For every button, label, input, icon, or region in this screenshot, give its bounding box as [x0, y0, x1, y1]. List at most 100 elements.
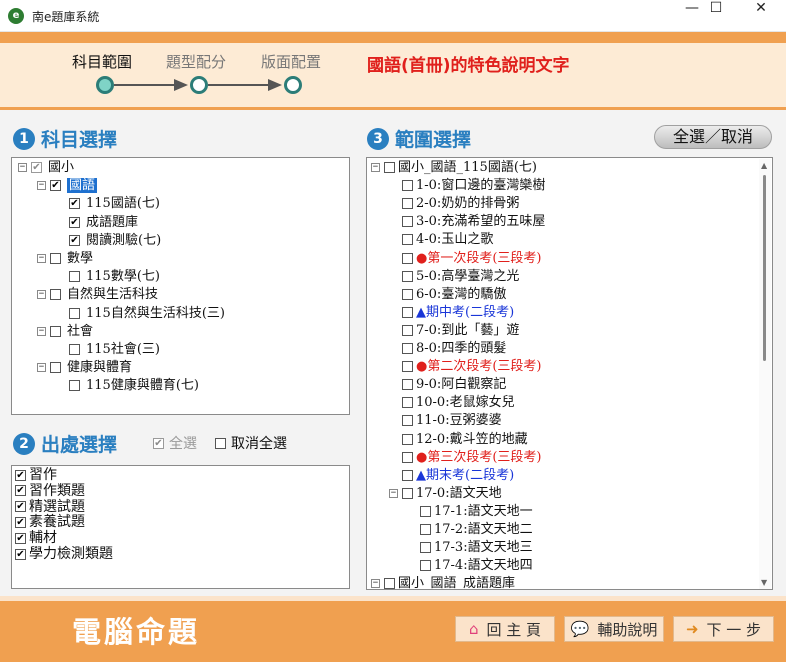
tree-item-label[interactable]: 2-0:奶奶的排骨粥 — [416, 196, 519, 211]
subject-tree-item[interactable]: ✔ 閱讀測驗(七) — [56, 232, 161, 250]
range-tree-item[interactable]: 10-0:老鼠嫁女兒 — [389, 394, 515, 412]
subject-tree-item[interactable]: − 社會 — [37, 323, 93, 341]
tree-item-label[interactable]: 115自然與生活科技(三) — [86, 306, 225, 321]
range-tree-item[interactable]: 3-0:充滿希望的五味屋 — [389, 213, 545, 231]
tree-expander-icon[interactable]: − — [37, 254, 46, 263]
tree-checkbox[interactable] — [420, 560, 431, 572]
range-tree-item[interactable]: 9-0:阿白觀察記 — [389, 376, 506, 394]
source-checkbox[interactable]: ✔ — [15, 469, 26, 481]
tree-item-label[interactable]: 國小_國語_成語題庫 — [398, 576, 515, 589]
subject-tree-item[interactable]: − ✔ 國語 — [37, 177, 98, 195]
tree-item-label[interactable]: 11-0:豆粥婆婆 — [416, 413, 502, 428]
source-select-all-option[interactable]: ✔ 全選 — [153, 433, 197, 453]
tree-checkbox[interactable] — [402, 361, 413, 373]
tree-checkbox[interactable]: ✔ — [69, 198, 80, 210]
tree-checkbox[interactable] — [402, 306, 413, 318]
tree-checkbox[interactable] — [69, 344, 80, 355]
tree-item-label[interactable]: 成語題庫 — [86, 215, 138, 230]
range-scrollbar[interactable]: ▲ ▼ — [759, 159, 771, 589]
tree-item-label[interactable]: 12-0:戴斗笠的地藏 — [416, 432, 528, 447]
tree-item-label[interactable]: 5-0:高學臺灣之光 — [416, 269, 519, 284]
range-tree-item[interactable]: 17-3:語文天地三 — [407, 539, 533, 557]
tree-item-label[interactable]: 115數學(七) — [86, 269, 160, 284]
tree-checkbox[interactable]: ✔ — [69, 234, 80, 246]
range-tree-item[interactable]: 6-0:臺灣的驕傲 — [389, 286, 506, 304]
tree-checkbox[interactable] — [69, 271, 80, 283]
range-tree-item[interactable]: 8-0:四季的頭髮 — [389, 340, 506, 358]
step-dot-question-type[interactable] — [190, 76, 208, 94]
tree-item-label[interactable]: 9-0:阿白觀察記 — [416, 377, 506, 392]
tree-checkbox[interactable]: ✔ — [69, 216, 80, 228]
subject-tree-item[interactable]: − ✔ 國小 — [18, 159, 74, 177]
source-clear-all-option[interactable]: 取消全選 — [215, 433, 287, 453]
tree-checkbox[interactable] — [402, 234, 413, 246]
step-dot-subject[interactable] — [96, 76, 114, 94]
tree-checkbox[interactable] — [384, 162, 395, 173]
subject-tree-item[interactable]: ✔ 成語題庫 — [56, 214, 138, 232]
tree-expander-icon[interactable]: − — [389, 488, 398, 498]
tree-checkbox[interactable] — [402, 180, 413, 192]
tree-item-label[interactable]: 17-3:語文天地三 — [434, 540, 533, 555]
tree-item-label[interactable]: 第一次段考(三段考) — [427, 251, 541, 266]
maximize-button[interactable]: ☐ — [693, 0, 739, 32]
tree-checkbox[interactable] — [402, 433, 413, 445]
range-tree-item[interactable]: 5-0:高學臺灣之光 — [389, 268, 519, 286]
tree-checkbox[interactable] — [402, 270, 413, 282]
tree-item-label[interactable]: 1-0:窗口邊的臺灣欒樹 — [416, 178, 545, 193]
range-select-all-button[interactable]: 全選／取消 — [654, 125, 772, 149]
scroll-down-icon[interactable]: ▼ — [761, 578, 767, 587]
tree-item-label[interactable]: 4-0:玉山之歌 — [416, 232, 493, 247]
tree-expander-icon[interactable]: − — [18, 163, 27, 172]
range-tree-item[interactable]: 17-1:語文天地一 — [407, 503, 533, 521]
tree-item-label[interactable]: 115社會(三) — [86, 342, 160, 357]
subject-tree-item[interactable]: 115健康與體育(七) — [56, 377, 199, 395]
range-tree-item[interactable]: 7-0:到此「藝」遊 — [389, 322, 519, 340]
range-tree-item[interactable]: ●第三次段考(三段考) — [389, 449, 542, 467]
step-dot-layout[interactable] — [284, 76, 302, 94]
tree-item-label[interactable]: 國小 — [48, 160, 74, 175]
home-button[interactable]: ⌂ 回 主 頁 — [455, 616, 555, 642]
source-checkbox[interactable]: ✔ — [15, 485, 26, 497]
tree-item-label[interactable]: 閱讀測驗(七) — [86, 233, 161, 248]
subject-tree-item[interactable]: ✔ 115國語(七) — [56, 195, 160, 213]
subject-tree-item[interactable]: 115社會(三) — [56, 341, 160, 359]
tree-item-label[interactable]: 17-1:語文天地一 — [434, 504, 533, 519]
clear-all-checkbox[interactable] — [215, 437, 226, 449]
source-checkbox[interactable]: ✔ — [15, 532, 26, 544]
tree-item-label[interactable]: 17-4:語文天地四 — [434, 558, 533, 573]
tree-item-label[interactable]: 10-0:老鼠嫁女兒 — [416, 395, 515, 410]
tree-item-label[interactable]: 國小_國語_115國語(七) — [398, 160, 537, 175]
tree-expander-icon[interactable]: − — [37, 181, 46, 191]
tree-checkbox[interactable] — [402, 324, 413, 336]
range-tree-item[interactable]: 2-0:奶奶的排骨粥 — [389, 195, 519, 213]
tree-checkbox[interactable] — [402, 252, 413, 264]
tree-checkbox[interactable] — [402, 198, 413, 210]
range-tree-item[interactable]: 17-2:語文天地二 — [407, 521, 533, 539]
tree-checkbox[interactable] — [384, 578, 395, 589]
range-tree-item[interactable]: ●第二次段考(三段考) — [389, 358, 542, 376]
tree-item-label[interactable]: 7-0:到此「藝」遊 — [416, 323, 519, 338]
tree-checkbox[interactable] — [69, 307, 80, 319]
source-checkbox[interactable]: ✔ — [15, 548, 26, 560]
range-tree-item[interactable]: ▲期中考(二段考) — [389, 304, 514, 322]
tree-item-label[interactable]: 國語 — [67, 178, 98, 194]
tree-item-label[interactable]: 6-0:臺灣的驕傲 — [416, 287, 506, 302]
range-tree-item[interactable]: − 國小_國語_115國語(七) — [371, 159, 537, 177]
tree-expander-icon[interactable]: − — [371, 579, 380, 589]
tree-item-label[interactable]: 115國語(七) — [86, 196, 160, 211]
range-tree-item[interactable]: 17-4:語文天地四 — [407, 557, 533, 575]
subject-tree-item[interactable]: − 自然與生活科技 — [37, 286, 158, 304]
tree-checkbox[interactable] — [50, 325, 61, 337]
range-tree-item[interactable]: 4-0:玉山之歌 — [389, 231, 493, 249]
tree-checkbox[interactable] — [402, 216, 413, 228]
tree-item-label[interactable]: 17-2:語文天地二 — [434, 522, 533, 537]
tree-item-label[interactable]: 115健康與體育(七) — [86, 378, 199, 393]
tree-checkbox[interactable] — [402, 487, 413, 499]
tree-checkbox[interactable] — [420, 524, 431, 535]
subject-tree-item[interactable]: − 健康與體育 — [37, 359, 132, 377]
tree-expander-icon[interactable]: − — [371, 163, 380, 172]
tree-checkbox[interactable] — [402, 288, 413, 300]
tree-checkbox[interactable] — [402, 379, 413, 391]
next-button[interactable]: ➜ 下 一 步 — [673, 616, 774, 642]
tree-item-label[interactable]: 自然與生活科技 — [67, 287, 158, 302]
